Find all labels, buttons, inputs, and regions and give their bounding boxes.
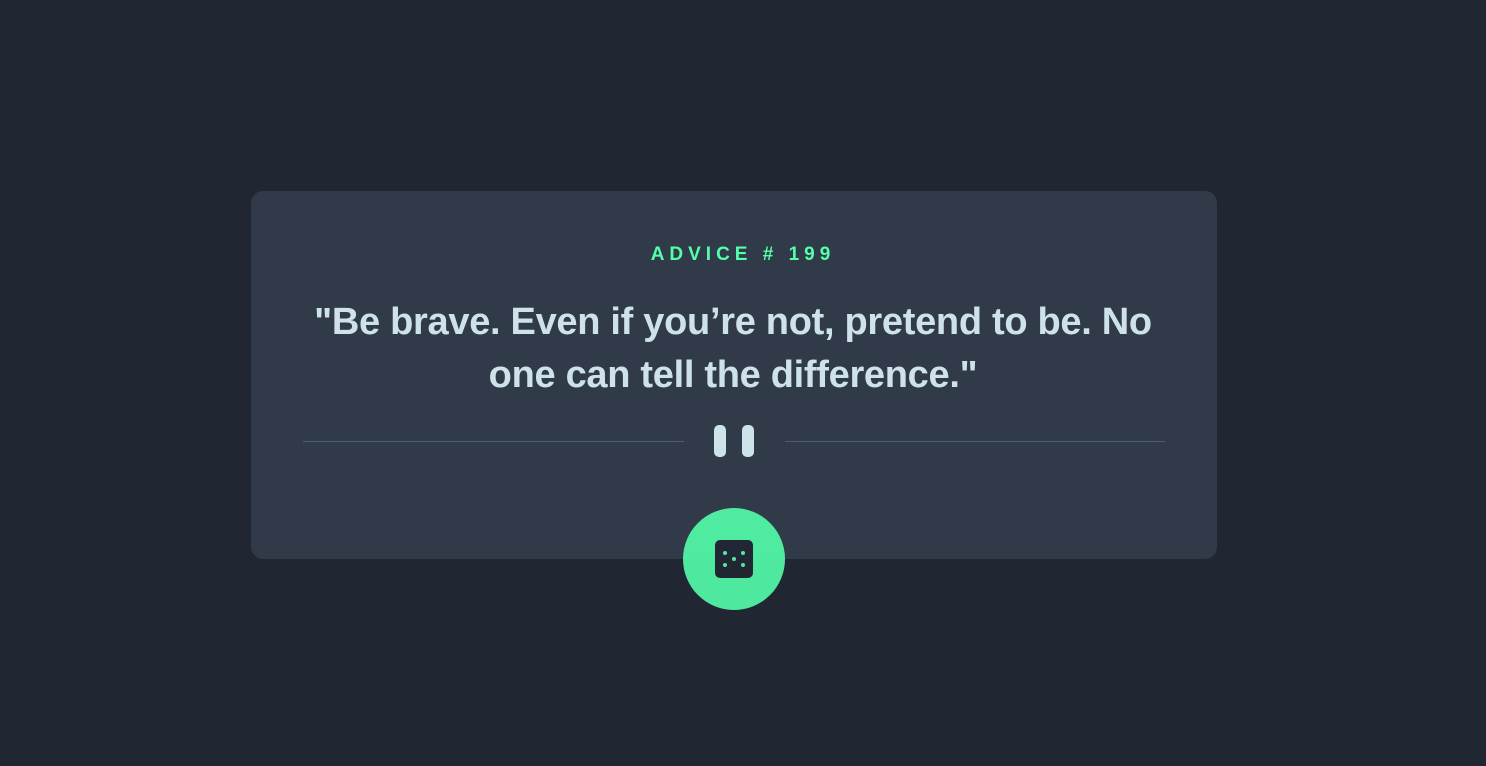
divider-line-right [785,441,1165,442]
divider-line-left [303,441,684,442]
pause-icon [714,425,754,457]
dice-icon [715,540,753,578]
generate-advice-button[interactable] [683,508,785,610]
advice-id-label: ADVICE # 199 [650,244,836,265]
advice-quote: "Be brave. Even if you’re not, pretend t… [314,301,1152,396]
